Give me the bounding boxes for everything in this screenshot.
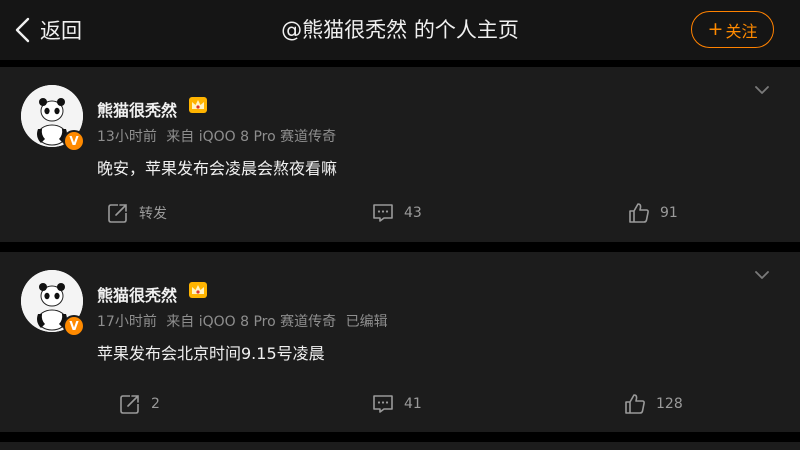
post-meta: 17小时前 来自 iQOO 8 Pro 赛道传奇 已编辑: [97, 311, 393, 331]
thumbs-up-icon: [625, 394, 645, 414]
crown-icon: [189, 282, 207, 298]
repost-button[interactable]: 2: [119, 393, 160, 415]
chevron-left-icon: [15, 17, 30, 43]
thumbs-up-icon: [629, 203, 649, 223]
chevron-down-icon[interactable]: [754, 270, 770, 280]
post-time: 17小时前: [97, 314, 157, 330]
back-label: 返回: [40, 19, 82, 43]
edited-label: 已编辑: [345, 314, 388, 330]
verified-badge: V: [63, 315, 85, 337]
post-text[interactable]: 苹果发布会北京时间9.15号凌晨: [97, 340, 325, 364]
post-text[interactable]: 晚安，苹果发布会凌晨会熬夜看嘛: [97, 155, 337, 179]
like-button[interactable]: 128: [624, 393, 683, 415]
comment-button[interactable]: 41: [372, 393, 422, 415]
like-count: 128: [656, 396, 683, 412]
like-count: 91: [660, 205, 678, 221]
post-card[interactable]: V 熊猫很秃然 13小时前 来自 iQOO 8 Pro 赛道传奇 晚安，苹果发布…: [0, 67, 800, 242]
post-meta: 13小时前 来自 iQOO 8 Pro 赛道传奇: [97, 126, 341, 146]
author-name[interactable]: 熊猫很秃然: [97, 282, 177, 306]
follow-label: 关注: [725, 21, 758, 41]
comment-button[interactable]: 43: [372, 202, 422, 224]
page-title: @熊猫很秃然 的个人主页: [281, 18, 519, 42]
crown-icon: [189, 97, 207, 113]
repost-count: 2: [151, 396, 160, 412]
top-bar: 返回 @熊猫很秃然 的个人主页 + 关注: [0, 0, 800, 60]
plus-icon: +: [707, 18, 724, 40]
follow-button[interactable]: + 关注: [691, 11, 774, 48]
share-icon: [108, 204, 127, 223]
post-card[interactable]: V 熊猫很秃然 17小时前 来自 iQOO 8 Pro 赛道传奇 已编辑 苹果发…: [0, 252, 800, 432]
comment-count: 41: [404, 396, 422, 412]
post-source: 来自 iQOO 8 Pro 赛道传奇: [166, 314, 337, 330]
chevron-down-icon[interactable]: [754, 85, 770, 95]
back-button[interactable]: 返回: [14, 12, 82, 48]
repost-button[interactable]: 转发: [107, 202, 167, 224]
verified-badge: V: [63, 130, 85, 152]
post-card[interactable]: [0, 442, 800, 450]
comment-count: 43: [404, 205, 422, 221]
comment-icon: [373, 204, 393, 222]
repost-label: 转发: [139, 206, 167, 222]
post-time: 13小时前: [97, 129, 157, 145]
share-icon: [120, 395, 139, 414]
comment-icon: [373, 395, 393, 413]
post-source: 来自 iQOO 8 Pro 赛道传奇: [166, 129, 337, 145]
author-name[interactable]: 熊猫很秃然: [97, 97, 177, 121]
like-button[interactable]: 91: [628, 202, 678, 224]
